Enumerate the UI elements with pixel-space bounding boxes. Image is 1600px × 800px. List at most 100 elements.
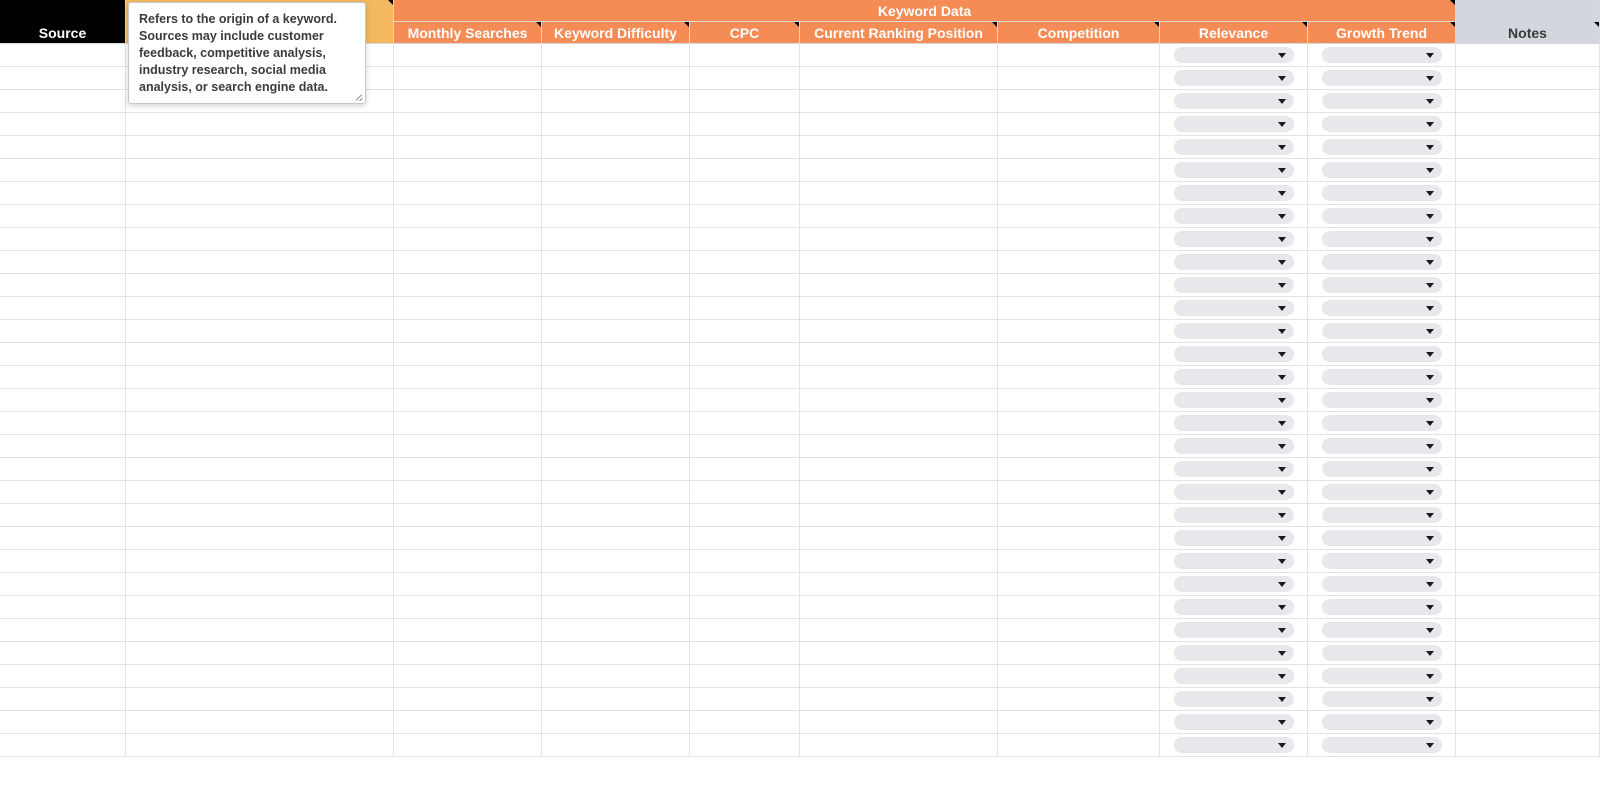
table-cell[interactable] bbox=[998, 412, 1160, 435]
dropdown-pill[interactable] bbox=[1322, 300, 1442, 316]
table-cell[interactable] bbox=[1308, 182, 1456, 205]
table-cell[interactable] bbox=[126, 205, 394, 228]
table-cell[interactable] bbox=[1308, 113, 1456, 136]
table-cell[interactable] bbox=[126, 435, 394, 458]
header-source[interactable]: Source bbox=[0, 22, 126, 44]
dropdown-pill[interactable] bbox=[1174, 254, 1294, 270]
table-cell[interactable] bbox=[800, 228, 998, 251]
dropdown-pill[interactable] bbox=[1174, 162, 1294, 178]
table-cell[interactable] bbox=[542, 389, 690, 412]
table-cell[interactable] bbox=[394, 665, 542, 688]
table-cell[interactable] bbox=[690, 642, 800, 665]
table-cell[interactable] bbox=[394, 711, 542, 734]
table-cell[interactable] bbox=[1160, 44, 1308, 67]
table-cell[interactable] bbox=[998, 44, 1160, 67]
table-cell[interactable] bbox=[0, 389, 126, 412]
table-cell[interactable] bbox=[800, 90, 998, 113]
table-cell[interactable] bbox=[998, 596, 1160, 619]
header-monthly-searches[interactable]: Monthly Searches bbox=[394, 22, 542, 44]
table-cell[interactable] bbox=[690, 527, 800, 550]
table-cell[interactable] bbox=[690, 67, 800, 90]
header-growth-trend[interactable]: Growth Trend bbox=[1308, 22, 1456, 44]
dropdown-pill[interactable] bbox=[1174, 438, 1294, 454]
table-cell[interactable] bbox=[1160, 136, 1308, 159]
dropdown-pill[interactable] bbox=[1322, 162, 1442, 178]
table-cell[interactable] bbox=[800, 458, 998, 481]
table-cell[interactable] bbox=[1308, 435, 1456, 458]
table-cell[interactable] bbox=[1160, 389, 1308, 412]
table-cell[interactable] bbox=[542, 688, 690, 711]
table-cell[interactable] bbox=[1456, 136, 1600, 159]
table-cell[interactable] bbox=[1160, 366, 1308, 389]
table-cell[interactable] bbox=[0, 504, 126, 527]
table-cell[interactable] bbox=[1160, 711, 1308, 734]
table-cell[interactable] bbox=[394, 573, 542, 596]
table-cell[interactable] bbox=[1160, 412, 1308, 435]
table-cell[interactable] bbox=[542, 596, 690, 619]
dropdown-pill[interactable] bbox=[1322, 668, 1442, 684]
table-cell[interactable] bbox=[0, 412, 126, 435]
table-cell[interactable] bbox=[690, 711, 800, 734]
table-cell[interactable] bbox=[1308, 504, 1456, 527]
table-cell[interactable] bbox=[0, 734, 126, 757]
table-cell[interactable] bbox=[1160, 343, 1308, 366]
dropdown-pill[interactable] bbox=[1174, 392, 1294, 408]
table-cell[interactable] bbox=[1160, 619, 1308, 642]
table-cell[interactable] bbox=[1308, 297, 1456, 320]
table-cell[interactable] bbox=[998, 113, 1160, 136]
table-cell[interactable] bbox=[998, 320, 1160, 343]
table-cell[interactable] bbox=[1160, 550, 1308, 573]
table-cell[interactable] bbox=[394, 228, 542, 251]
table-cell[interactable] bbox=[0, 573, 126, 596]
tooltip-note[interactable]: Refers to the origin of a keyword. Sourc… bbox=[128, 2, 366, 104]
table-cell[interactable] bbox=[800, 274, 998, 297]
table-cell[interactable] bbox=[394, 481, 542, 504]
table-cell[interactable] bbox=[690, 274, 800, 297]
dropdown-pill[interactable] bbox=[1174, 507, 1294, 523]
dropdown-pill[interactable] bbox=[1322, 645, 1442, 661]
table-cell[interactable] bbox=[542, 205, 690, 228]
table-cell[interactable] bbox=[394, 343, 542, 366]
table-cell[interactable] bbox=[126, 573, 394, 596]
table-cell[interactable] bbox=[1308, 159, 1456, 182]
table-cell[interactable] bbox=[1456, 665, 1600, 688]
dropdown-pill[interactable] bbox=[1174, 93, 1294, 109]
table-cell[interactable] bbox=[0, 527, 126, 550]
table-cell[interactable] bbox=[800, 412, 998, 435]
table-cell[interactable] bbox=[1160, 320, 1308, 343]
table-cell[interactable] bbox=[800, 665, 998, 688]
table-cell[interactable] bbox=[542, 619, 690, 642]
table-cell[interactable] bbox=[394, 412, 542, 435]
dropdown-pill[interactable] bbox=[1322, 208, 1442, 224]
table-cell[interactable] bbox=[126, 711, 394, 734]
table-cell[interactable] bbox=[0, 205, 126, 228]
table-cell[interactable] bbox=[690, 113, 800, 136]
dropdown-pill[interactable] bbox=[1174, 277, 1294, 293]
table-cell[interactable] bbox=[800, 251, 998, 274]
table-cell[interactable] bbox=[998, 619, 1160, 642]
table-cell[interactable] bbox=[0, 481, 126, 504]
table-cell[interactable] bbox=[1308, 205, 1456, 228]
table-cell[interactable] bbox=[394, 504, 542, 527]
table-cell[interactable] bbox=[1308, 274, 1456, 297]
table-cell[interactable] bbox=[0, 435, 126, 458]
table-cell[interactable] bbox=[1160, 67, 1308, 90]
table-cell[interactable] bbox=[542, 228, 690, 251]
table-cell[interactable] bbox=[542, 573, 690, 596]
table-cell[interactable] bbox=[800, 320, 998, 343]
table-cell[interactable] bbox=[690, 550, 800, 573]
table-cell[interactable] bbox=[800, 136, 998, 159]
table-cell[interactable] bbox=[690, 596, 800, 619]
dropdown-pill[interactable] bbox=[1322, 323, 1442, 339]
dropdown-pill[interactable] bbox=[1322, 599, 1442, 615]
table-cell[interactable] bbox=[394, 274, 542, 297]
table-cell[interactable] bbox=[800, 619, 998, 642]
table-cell[interactable] bbox=[800, 343, 998, 366]
table-cell[interactable] bbox=[542, 366, 690, 389]
table-cell[interactable] bbox=[690, 734, 800, 757]
table-cell[interactable] bbox=[126, 550, 394, 573]
table-cell[interactable] bbox=[1308, 711, 1456, 734]
dropdown-pill[interactable] bbox=[1322, 47, 1442, 63]
dropdown-pill[interactable] bbox=[1174, 530, 1294, 546]
table-cell[interactable] bbox=[1308, 619, 1456, 642]
